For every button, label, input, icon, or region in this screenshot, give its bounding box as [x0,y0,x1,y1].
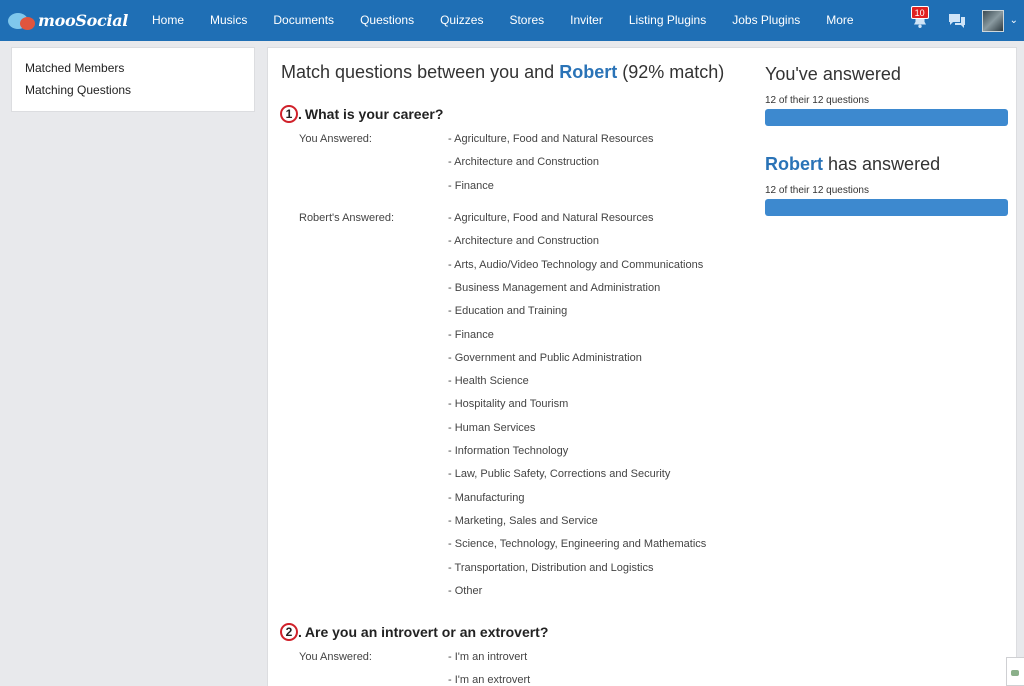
nav-item-stores[interactable]: Stores [496,0,557,41]
logo[interactable]: mooSocial [0,0,140,41]
chat-widget-icon [1011,670,1019,676]
answer-item: - Education and Training [448,305,568,318]
logo-text: mooSocial [38,11,129,30]
answer-item: - Transportation, Distribution and Logis… [448,561,654,574]
answer-item: - Arts, Audio/Video Technology and Commu… [448,258,704,271]
nav-item-inviter[interactable]: Inviter [557,0,616,41]
chat-widget-button[interactable] [1006,657,1024,686]
answer-item: - Finance [448,179,494,192]
they-answered-heading: Robert has answered [765,154,940,175]
question-title: 2. Are you an introvert or an extrovert? [280,623,548,641]
you-answered-progress-bar [765,109,1008,126]
they-answered-count: 12 of their 12 questions [765,185,869,196]
nav-item-home[interactable]: Home [140,0,197,41]
question-title: 1. What is your career? [280,105,443,123]
answer-item: - Manufacturing [448,491,525,504]
answer-item: - I'm an extrovert [448,674,531,686]
top-navbar: mooSocial Home Musics Documents Question… [0,0,1024,41]
answer-item: - Health Science [448,375,529,388]
sidebar-item-matching-questions[interactable]: Matching Questions [25,82,241,98]
answer-item: - Marketing, Sales and Service [448,514,598,527]
answer-item: - Information Technology [448,445,569,457]
nav-item-more[interactable]: More [813,0,866,41]
question-number-marker: 1 [280,105,298,123]
answer-item: - I'm an introvert [448,651,528,663]
answer-item: - Law, Public Safety, Corrections and Se… [448,468,671,481]
nav-actions: 10 ⌄ [908,0,1024,41]
question-number-marker: 2 [280,623,298,641]
you-answered-count: 12 of their 12 questions [765,95,869,106]
their-answered-label: Robert's Answered: [299,212,395,224]
you-answered-label: You Answered: [299,651,372,663]
answer-item: - Government and Public Administration [448,351,642,364]
answer-item: - Business Management and Administration [448,281,661,294]
chat-icon [948,14,965,28]
answer-item: - Science, Technology, Engineering and M… [448,538,707,551]
nav-item-listing-plugins[interactable]: Listing Plugins [616,0,719,41]
logo-mark-icon [6,10,38,32]
nav-item-documents[interactable]: Documents [260,0,347,41]
main-nav: Home Musics Documents Questions Quizzes … [140,0,867,41]
nav-item-jobs-plugins[interactable]: Jobs Plugins [719,0,813,41]
page-title-prefix: Match questions between you and [281,62,555,82]
page-title: Match questions between you and Robert (… [281,62,724,83]
they-answered-progress-bar [765,199,1008,216]
nav-item-quizzes[interactable]: Quizzes [427,0,496,41]
answer-item: - Agriculture, Food and Natural Resource… [448,133,654,145]
answer-item: - Finance [448,328,494,341]
question-text: What is your career? [304,106,444,122]
question-text: Are you an introvert or an extrovert? [304,624,549,640]
answer-item: - Architecture and Construction [448,235,600,248]
nav-item-questions[interactable]: Questions [347,0,427,41]
messages-button[interactable] [946,0,968,41]
notification-count-badge: 10 [910,6,929,19]
matched-user-link[interactable]: Robert [559,62,617,82]
main-content: Match questions between you and Robert (… [267,47,1017,686]
match-percent: (92% match) [622,62,725,82]
you-answered-label: You Answered: [299,133,372,145]
notifications-button[interactable]: 10 [908,0,932,41]
they-answered-heading-text: has answered [828,154,941,174]
answer-item: - Agriculture, Food and Natural Resource… [448,212,654,224]
user-avatar[interactable] [981,9,1004,32]
they-answered-user-link[interactable]: Robert [765,154,823,174]
left-sidebar: Matched Members Matching Questions [11,47,255,112]
chevron-down-icon[interactable]: ⌄ [1010,15,1018,26]
you-answered-heading: You've answered [765,64,901,84]
answer-item: - Human Services [448,421,536,434]
answer-item: - Architecture and Construction [448,156,600,169]
sidebar-item-matched-members[interactable]: Matched Members [25,60,241,76]
answer-item: - Hospitality and Tourism [448,398,569,411]
nav-item-musics[interactable]: Musics [197,0,260,41]
answer-item: - Other [448,584,483,597]
